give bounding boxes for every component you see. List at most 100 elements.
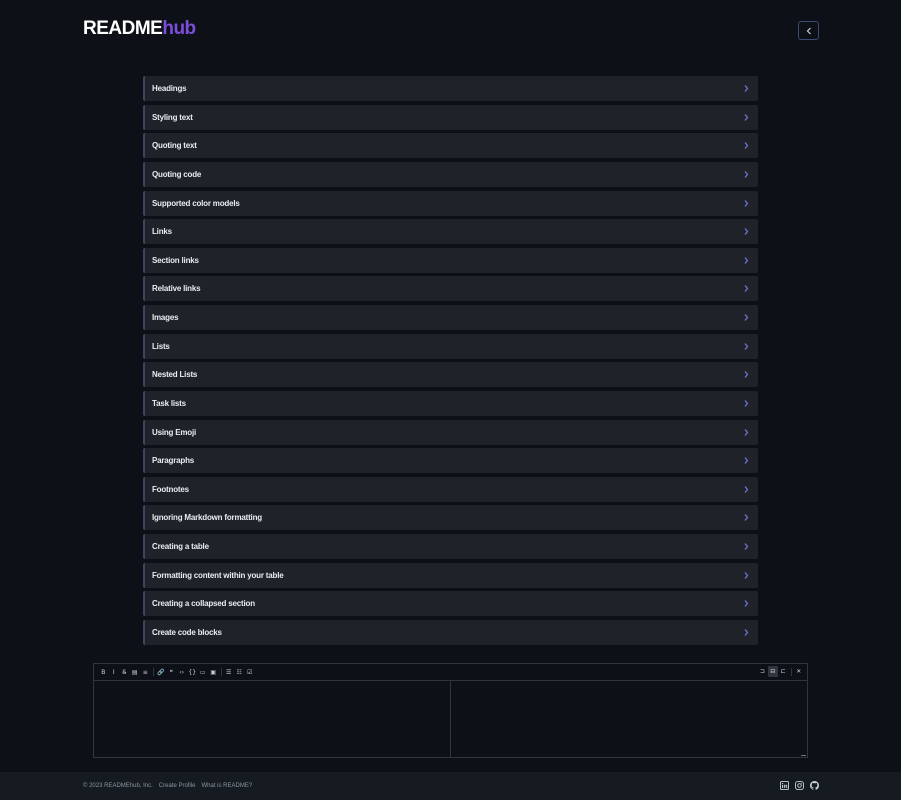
- checked-list-icon[interactable]: ☑: [245, 667, 256, 678]
- section-item[interactable]: Relative links: [143, 276, 758, 302]
- section-label: Relative links: [152, 284, 201, 294]
- section-label: Styling text: [152, 112, 193, 122]
- logo-accent: hub: [162, 18, 196, 39]
- github-icon[interactable]: [810, 781, 819, 790]
- logo-main: README: [83, 18, 163, 39]
- italic-icon[interactable]: I: [109, 667, 120, 678]
- edit-mode-icon[interactable]: ⊐: [757, 666, 768, 677]
- section-label: Section links: [152, 255, 199, 265]
- linkedin-icon[interactable]: [780, 781, 789, 790]
- chevron-right-icon: [744, 256, 749, 264]
- toolbar-separator: [152, 668, 154, 676]
- chevron-right-icon: [744, 342, 749, 350]
- chevron-right-icon: [744, 399, 749, 407]
- section-label: Quoting text: [152, 141, 197, 151]
- chevron-right-icon: [744, 514, 749, 522]
- markdown-editor: B I S̶ ▤ ≡ 🔗 ❝ ‹›{} ▭ ▣ ☰ ☷ ☑ ⊐ ⊟ ⊏ ✕: [93, 663, 808, 758]
- section-item[interactable]: Quoting code: [143, 161, 758, 187]
- ordered-list-icon[interactable]: ☷: [234, 667, 245, 678]
- editor-input-pane[interactable]: [94, 681, 451, 758]
- section-item[interactable]: Using Emoji: [143, 419, 758, 445]
- section-label: Creating a table: [152, 542, 209, 551]
- preview-mode-icon[interactable]: ⊏: [778, 666, 789, 677]
- section-item[interactable]: Images: [143, 305, 758, 330]
- section-label: Links: [152, 227, 172, 237]
- chevron-right-icon: [744, 285, 749, 293]
- section-label: Task lists: [152, 398, 186, 408]
- header: READMEhub: [0, 0, 901, 60]
- toolbar-separator: [790, 667, 792, 676]
- section-item[interactable]: Ignoring Markdown formatting: [143, 505, 758, 531]
- section-item[interactable]: Creating a table: [143, 534, 758, 559]
- section-item[interactable]: Lists: [143, 333, 758, 359]
- chevron-right-icon: [744, 142, 749, 150]
- chevron-right-icon: [744, 314, 749, 321]
- chevron-right-icon: [744, 228, 749, 236]
- chevron-right-icon: [744, 600, 749, 608]
- collapse-sidebar-button[interactable]: [798, 21, 819, 40]
- section-label: Quoting code: [152, 169, 202, 179]
- section-label: Create code blocks: [152, 627, 222, 637]
- section-label: Paragraphs: [152, 456, 195, 466]
- editor-preview-pane: [452, 681, 807, 758]
- section-item[interactable]: Creating a collapsed section: [143, 591, 758, 617]
- code-icon[interactable]: ‹›: [177, 667, 188, 678]
- chevron-right-icon: [744, 170, 749, 178]
- chevron-right-icon: [744, 628, 749, 636]
- footer-link-what-is-readme[interactable]: What is README?: [201, 783, 252, 789]
- footer-link-create-profile[interactable]: Create Profile: [159, 783, 196, 789]
- section-item[interactable]: Create code blocks: [143, 619, 758, 645]
- copyright-text: © 2023 READMEhub, Inc.: [83, 783, 153, 789]
- section-label: Supported color models: [152, 198, 240, 208]
- chevron-left-icon: [806, 27, 811, 34]
- section-label: Headings: [152, 84, 187, 93]
- chevron-right-icon: [744, 428, 749, 436]
- chevron-right-icon: [744, 543, 749, 550]
- section-item[interactable]: Section links: [143, 247, 758, 273]
- chevron-right-icon: [744, 457, 749, 465]
- section-label: Footnotes: [152, 484, 189, 494]
- footer: © 2023 READMEhub, Inc. Create Profile Wh…: [0, 772, 901, 800]
- section-item[interactable]: Footnotes: [143, 476, 758, 502]
- chevron-right-icon: [744, 199, 749, 207]
- section-item[interactable]: Headings: [143, 76, 758, 101]
- section-item[interactable]: Styling text: [143, 104, 758, 130]
- chevron-right-icon: [744, 571, 749, 579]
- section-label: Lists: [152, 341, 170, 351]
- chevron-right-icon: [744, 485, 749, 493]
- editor-toolbar: B I S̶ ▤ ≡ 🔗 ❝ ‹›{} ▭ ▣ ☰ ☷ ☑ ⊐ ⊟ ⊏ ✕: [94, 664, 807, 681]
- section-label: Nested Lists: [152, 370, 198, 380]
- section-item[interactable]: Quoting text: [143, 133, 758, 159]
- image-icon[interactable]: ▣: [208, 667, 219, 678]
- title-icon[interactable]: ≡: [140, 667, 151, 678]
- section-item[interactable]: Nested Lists: [143, 362, 758, 388]
- horizontal-rule-icon[interactable]: ▤: [130, 667, 141, 678]
- comment-icon[interactable]: ▭: [198, 667, 209, 678]
- bold-icon[interactable]: B: [98, 667, 109, 678]
- section-item[interactable]: Links: [143, 219, 758, 245]
- section-label: Using Emoji: [152, 427, 197, 437]
- chevron-right-icon: [744, 371, 749, 379]
- section-item[interactable]: Paragraphs: [143, 448, 758, 474]
- unordered-list-icon[interactable]: ☰: [224, 667, 235, 678]
- section-label: Images: [152, 313, 179, 322]
- toolbar-separator: [220, 668, 222, 676]
- section-label: Formatting content within your table: [152, 570, 284, 580]
- code-block-icon[interactable]: {}: [187, 667, 198, 678]
- chevron-right-icon: [744, 85, 749, 92]
- section-item[interactable]: Task lists: [143, 390, 758, 416]
- quote-icon[interactable]: ❝: [166, 667, 177, 678]
- section-label: Ignoring Markdown formatting: [152, 513, 262, 523]
- strikethrough-icon[interactable]: S̶: [119, 667, 130, 678]
- fullscreen-icon[interactable]: ✕: [794, 666, 805, 677]
- chevron-right-icon: [744, 113, 749, 121]
- link-icon[interactable]: 🔗: [156, 667, 167, 678]
- instagram-icon[interactable]: [795, 781, 804, 790]
- logo[interactable]: READMEhub: [83, 18, 196, 40]
- live-mode-icon[interactable]: ⊟: [767, 666, 778, 677]
- section-item[interactable]: Supported color models: [143, 190, 758, 216]
- section-label: Creating a collapsed section: [152, 599, 255, 609]
- section-item[interactable]: Formatting content within your table: [143, 562, 758, 588]
- resize-grip[interactable]: [801, 755, 806, 756]
- section-list: Headings Styling text Quoting text Quoting …: [143, 76, 758, 649]
